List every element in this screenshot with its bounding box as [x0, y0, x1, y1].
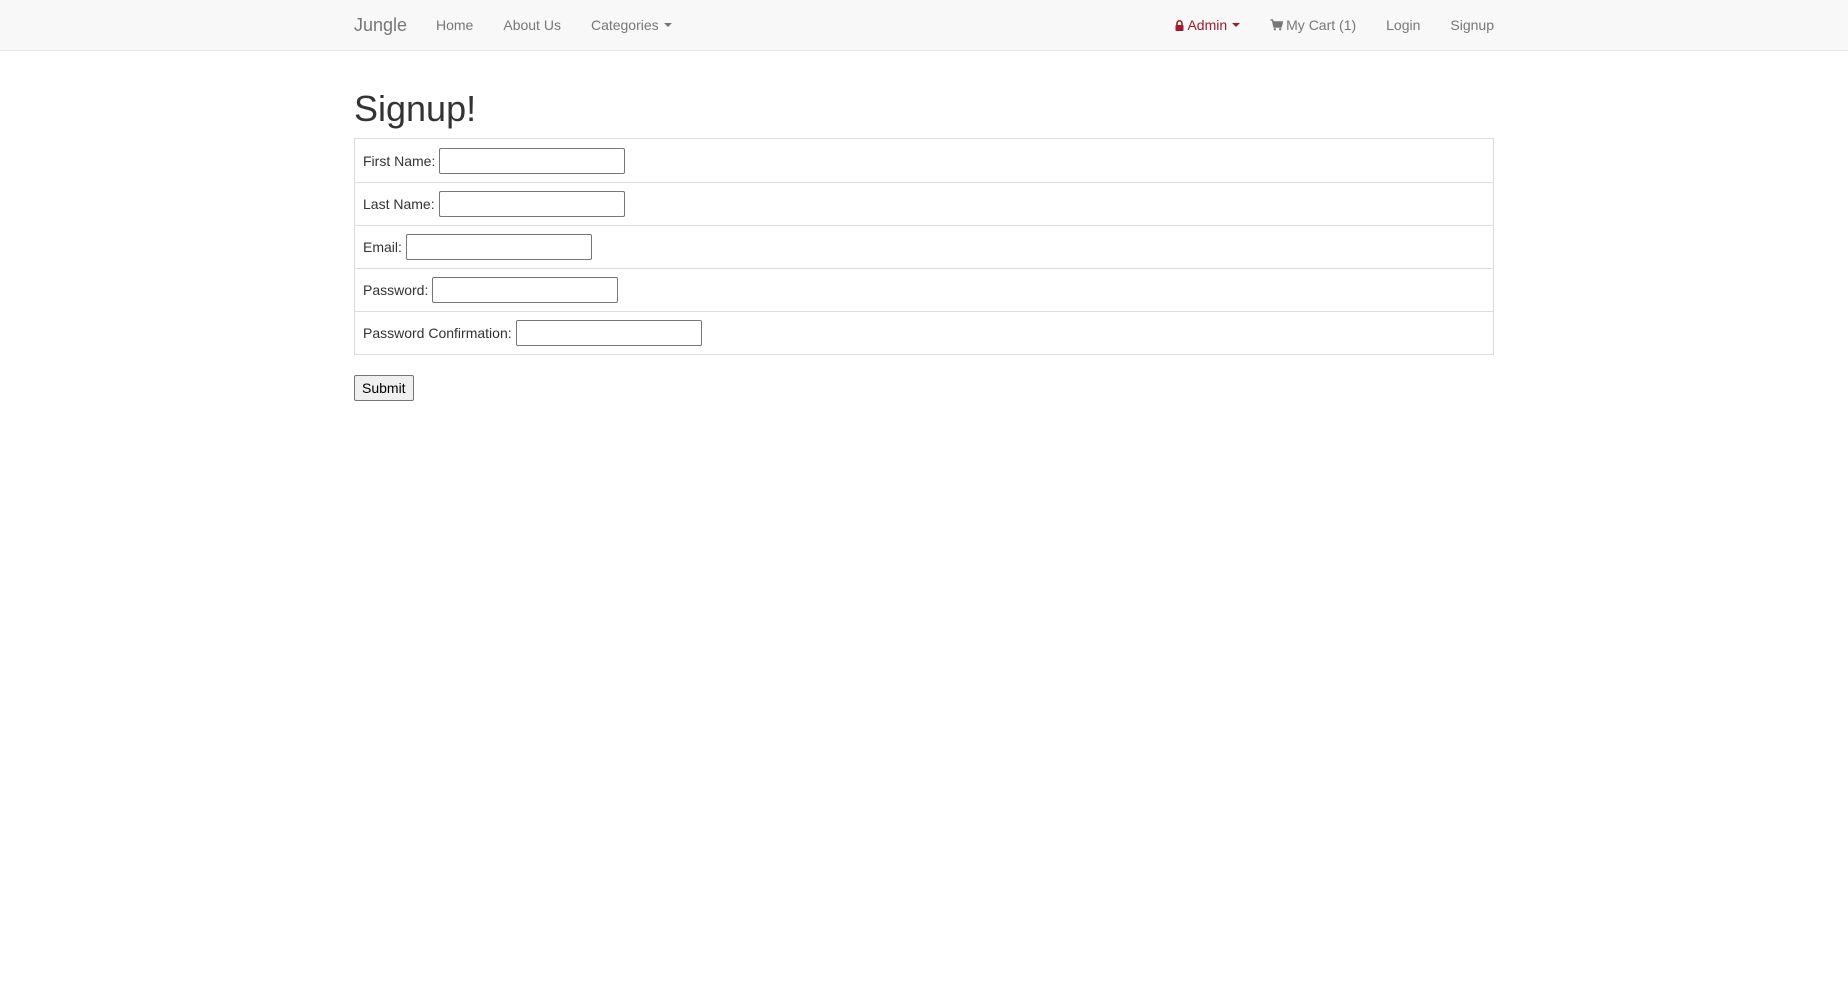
- first-name-label: First Name:: [363, 152, 436, 169]
- lock-icon: [1175, 19, 1184, 31]
- password-confirmation-label: Password Confirmation:: [363, 325, 512, 341]
- nav-admin-label: Admin: [1187, 17, 1228, 33]
- nav-right: Admin My Cart (1) Login Signup: [1160, 0, 1494, 50]
- password-label: Password:: [363, 282, 429, 298]
- cart-icon: [1270, 19, 1284, 31]
- nav-login-link[interactable]: Login: [1371, 15, 1435, 35]
- nav-about-label: About Us: [503, 17, 561, 33]
- nav-signup-label: Signup: [1450, 17, 1494, 33]
- main-content: Signup! First Name: Last Name: Email: Pa…: [354, 84, 1494, 401]
- password-confirmation-input[interactable]: [515, 320, 702, 346]
- caret-down-icon: [1232, 23, 1241, 27]
- password-input[interactable]: [432, 277, 619, 303]
- signup-fields-table: First Name: Last Name: Email: Password: …: [354, 138, 1494, 355]
- form-row-first-name: First Name:: [355, 139, 1493, 182]
- submit-button[interactable]: Submit: [354, 375, 414, 401]
- nav-about-link[interactable]: About Us: [488, 15, 576, 35]
- nav-cart-label: My Cart (1): [1286, 17, 1357, 33]
- form-row-last-name: Last Name:: [355, 182, 1493, 225]
- top-navbar: Jungle Home About Us Categories Admin My…: [0, 0, 1848, 51]
- nav-login-label: Login: [1386, 17, 1421, 33]
- nav-home-label: Home: [436, 17, 474, 33]
- nav-admin-dropdown[interactable]: Admin: [1160, 15, 1255, 35]
- page-title: Signup!: [354, 88, 477, 129]
- email-label: Email:: [363, 239, 402, 255]
- navbar-container: Jungle Home About Us Categories Admin My…: [354, 0, 1494, 50]
- nav-categories-dropdown[interactable]: Categories: [576, 15, 687, 35]
- nav-cart-link[interactable]: My Cart (1): [1255, 15, 1371, 35]
- nav-signup-link[interactable]: Signup: [1435, 15, 1494, 35]
- form-row-email: Email:: [355, 225, 1493, 268]
- caret-down-icon: [663, 23, 672, 27]
- signup-form: First Name: Last Name: Email: Password: …: [354, 138, 1494, 401]
- last-name-label: Last Name:: [363, 196, 435, 212]
- nav-left: Home About Us Categories: [421, 0, 687, 50]
- form-row-password: Password:: [355, 268, 1493, 311]
- nav-home-link[interactable]: Home: [421, 15, 488, 35]
- last-name-input[interactable]: [438, 191, 625, 217]
- brand-link[interactable]: Jungle: [354, 15, 407, 35]
- first-name-input[interactable]: [439, 147, 626, 174]
- nav-categories-label: Categories: [590, 17, 659, 33]
- form-row-password-confirmation: Password Confirmation:: [355, 311, 1493, 354]
- email-input[interactable]: [405, 234, 592, 260]
